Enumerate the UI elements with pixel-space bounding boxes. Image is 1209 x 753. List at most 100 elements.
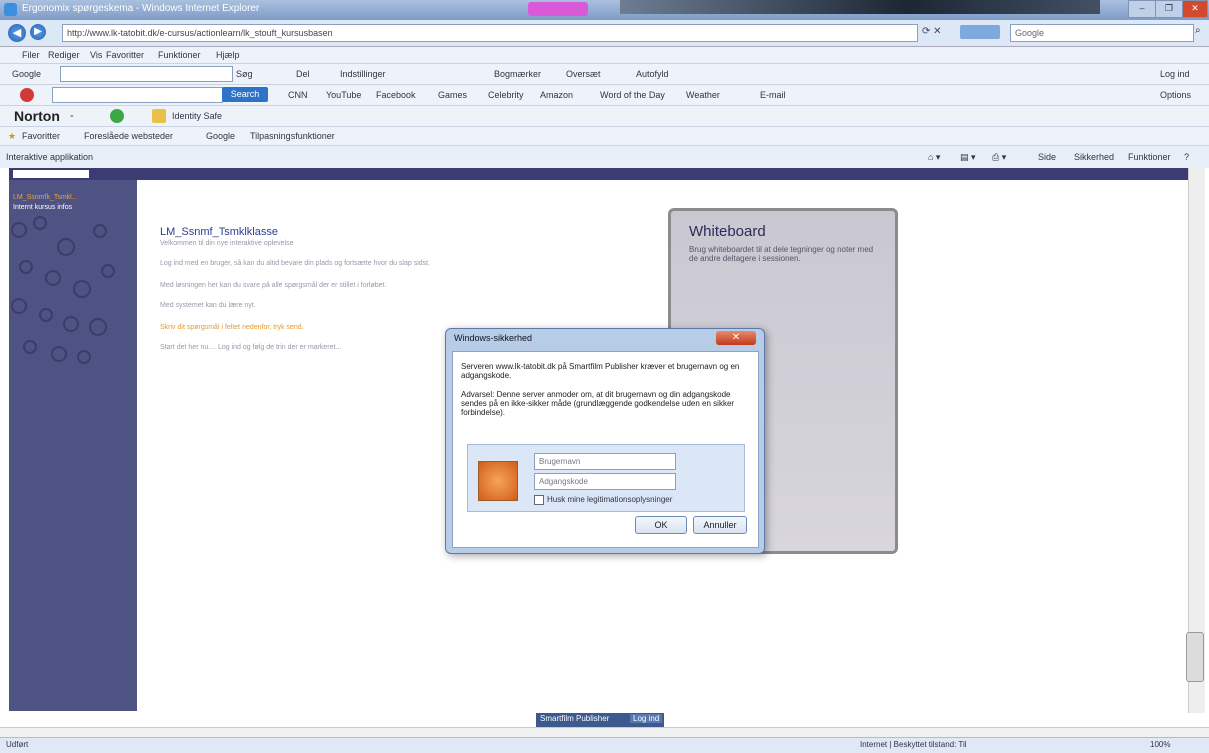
toolbar-youtube[interactable]: YouTube	[326, 90, 361, 100]
username-field[interactable]: Brugernavn	[534, 453, 676, 470]
google-share-button[interactable]: Del	[296, 69, 310, 79]
toolbar-games[interactable]: Games	[438, 90, 467, 100]
norton-safe-icon	[110, 109, 124, 123]
zoom-level[interactable]: 100%	[1150, 740, 1170, 749]
content-paragraph: Log ind med en bruger, så kan du altid b…	[160, 260, 431, 267]
menu-file[interactable]: Filer	[22, 50, 40, 60]
close-window-button[interactable]: ✕	[1182, 0, 1208, 18]
title-bar-shade	[620, 0, 1100, 14]
identity-safe-icon	[152, 109, 166, 123]
sidebar-item-info[interactable]: Internt kursus infos	[13, 204, 72, 211]
content-paragraph: Start det her nu.... Log ind og følg de …	[160, 344, 342, 351]
toolbar-word-of-day[interactable]: Word of the Day	[600, 90, 665, 100]
decor-circle-icon	[93, 224, 107, 238]
login-button[interactable]: Log ind	[630, 714, 663, 723]
content-link[interactable]: Skriv dit spørgsmål i feltet nedenfor, t…	[160, 324, 304, 331]
checkbox-icon[interactable]	[534, 495, 544, 505]
favorites-star-icon[interactable]: ★	[8, 131, 16, 142]
search-provider-icon[interactable]	[960, 25, 1000, 39]
app-search-input[interactable]	[13, 170, 89, 178]
scrollbar-thumb[interactable]	[1186, 632, 1204, 682]
help-icon[interactable]: ?	[1184, 152, 1189, 162]
url-input[interactable]: http://www.lk-tatobit.dk/e-cursus/action…	[62, 24, 918, 42]
tab-interactive-app[interactable]: Interaktive applikation	[6, 152, 93, 162]
content-paragraph: Med systemet kan du lære nyt.	[160, 302, 256, 309]
back-icon[interactable]: ◀	[8, 24, 26, 42]
favorites-button[interactable]: Favoritter	[22, 131, 60, 141]
search-input[interactable]: Google	[1010, 24, 1194, 42]
security-zone[interactable]: Internet | Beskyttet tilstand: Til	[860, 740, 967, 749]
favorites-bar: ★ Favoritter Foreslåede websteder Google…	[0, 127, 1209, 146]
menu-tools[interactable]: Funktioner	[158, 50, 201, 60]
toolbar-facebook[interactable]: Facebook	[376, 90, 416, 100]
norton-logo: Norton	[14, 108, 60, 124]
menu-bar: Filer Rediger Vis Favoritter Funktioner …	[0, 47, 1209, 64]
user-avatar-icon	[478, 461, 518, 501]
ok-button[interactable]: OK	[635, 516, 687, 534]
window-title: Ergonomix spørgeskema - Windows Internet…	[22, 3, 260, 14]
maximize-button[interactable]: ❐	[1155, 0, 1183, 18]
menu-edit[interactable]: Rediger	[48, 50, 80, 60]
toolbar-weather[interactable]: Weather	[686, 90, 720, 100]
tab-row: Interaktive applikation ⌂ ▾ ▤ ▾ ⎙ ▾ Side…	[0, 146, 1209, 169]
identity-safe-button[interactable]: Identity Safe	[172, 111, 222, 121]
decor-circle-icon	[51, 346, 67, 362]
google-bookmarks-button[interactable]: Bogmærker	[494, 69, 541, 79]
menu-favorites[interactable]: Favoritter	[106, 50, 144, 60]
whiteboard-title: Whiteboard	[689, 223, 766, 240]
google-autofill-button[interactable]: Autofyld	[636, 69, 669, 79]
toolbar-celebrity[interactable]: Celebrity	[488, 90, 524, 100]
toolbar-cnn[interactable]: CNN	[288, 90, 308, 100]
menu-help[interactable]: Hjælp	[216, 50, 240, 60]
decor-circle-icon	[101, 264, 115, 278]
dialog-title: Windows-sikkerhed	[454, 333, 533, 343]
refresh-icon[interactable]: ⟳ ✕	[922, 26, 942, 37]
favorites-google[interactable]: Google	[206, 131, 235, 141]
google-search-input[interactable]	[60, 66, 233, 82]
login-dialog: Windows-sikkerhed ✕ Serveren www.lk-tato…	[445, 328, 765, 554]
google-translate-button[interactable]: Oversæt	[566, 69, 601, 79]
toolbar-options[interactable]: Options	[1160, 90, 1191, 100]
search-icon[interactable]: ⌕	[1195, 25, 1201, 36]
toolbar-search-input[interactable]	[52, 87, 223, 103]
toolbar-search-button[interactable]: Search	[222, 87, 268, 102]
dialog-warning: Advarsel: Denne server anmoder om, at di…	[461, 390, 735, 417]
decor-circle-icon	[33, 216, 47, 230]
menu-view[interactable]: Vis	[90, 50, 102, 60]
sidebar: LM_Ssnmfk_Tsmkl... Internt kursus infos	[9, 180, 137, 711]
sidebar-item-course[interactable]: LM_Ssnmfk_Tsmkl...	[13, 194, 78, 201]
remember-checkbox[interactable]: Husk mine legitimationsoplysninger	[534, 495, 672, 505]
print-icon[interactable]: ⎙ ▾	[992, 152, 1006, 163]
decor-circle-icon	[39, 308, 53, 322]
status-text: Udført	[6, 740, 29, 749]
publisher-button[interactable]: Smartfilm Publisher	[540, 714, 609, 723]
decor-circle-icon	[19, 260, 33, 274]
norton-dropdown-icon[interactable]: -	[70, 110, 74, 122]
whiteboard-text: Brug whiteboardet til at dele tegninger …	[689, 245, 874, 263]
dialog-body: Serveren www.lk-tatobit.dk på Smartfilm …	[452, 351, 759, 548]
page-menu[interactable]: Side	[1038, 152, 1056, 162]
toolbar-amazon[interactable]: Amazon	[540, 90, 573, 100]
dialog-close-button[interactable]: ✕	[716, 331, 756, 345]
google-search-button[interactable]: Søg	[236, 69, 253, 79]
favorites-suggested[interactable]: Foreslåede websteder	[84, 131, 173, 141]
app-top-bar	[9, 168, 1191, 180]
minimize-button[interactable]: –	[1128, 0, 1156, 18]
google-settings-button[interactable]: Indstillinger	[340, 69, 386, 79]
feeds-icon[interactable]: ▤ ▾	[960, 152, 976, 163]
toolbar-email[interactable]: E-mail	[760, 90, 786, 100]
google-login-link[interactable]: Log ind	[1160, 69, 1190, 79]
cancel-button[interactable]: Annuller	[693, 516, 747, 534]
tools-menu[interactable]: Funktioner	[1128, 152, 1171, 162]
search-toolbar: Search CNN YouTube Facebook Games Celebr…	[0, 85, 1209, 106]
remember-label: Husk mine legitimationsoplysninger	[547, 495, 673, 505]
app-bottom-bar: Smartfilm Publisher Log ind	[536, 713, 664, 727]
password-field[interactable]: Adgangskode	[534, 473, 676, 490]
decor-circle-icon	[73, 280, 91, 298]
ie-logo-icon	[4, 3, 17, 16]
forward-icon[interactable]: ▶	[30, 24, 46, 40]
home-icon[interactable]: ⌂ ▾	[928, 152, 940, 163]
content-heading: LM_Ssnmf_Tsmklklasse	[160, 226, 278, 238]
favorites-customize[interactable]: Tilpasningsfunktioner	[250, 131, 335, 141]
safety-menu[interactable]: Sikkerhed	[1074, 152, 1114, 162]
